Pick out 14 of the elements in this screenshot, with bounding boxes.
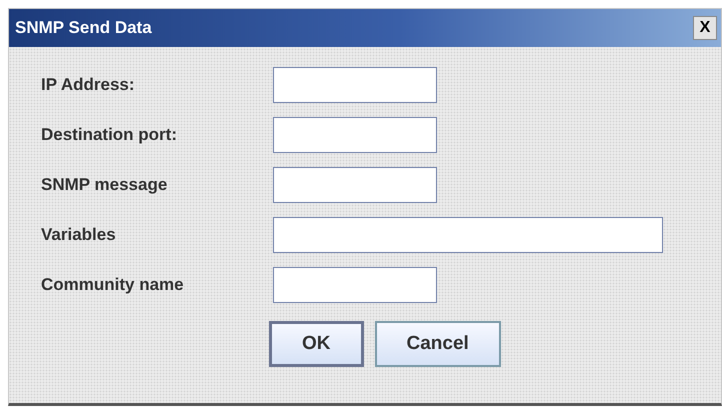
field-label: Destination port: [41, 125, 178, 145]
input-field[interactable] [273, 67, 437, 103]
field-label: Variables [41, 225, 117, 245]
field-label: IP Address: [41, 75, 136, 95]
field-label: Community name [41, 275, 185, 295]
window-title: SNMP Send Data [15, 18, 152, 38]
input-field[interactable] [273, 167, 437, 203]
input-field[interactable] [273, 117, 437, 153]
ok-button[interactable]: OK [269, 321, 364, 367]
close-button[interactable]: X [693, 16, 717, 40]
input-field[interactable] [273, 267, 437, 303]
field-label: SNMP message [41, 175, 168, 195]
input-field[interactable] [273, 217, 663, 253]
cancel-button[interactable]: Cancel [374, 321, 501, 367]
